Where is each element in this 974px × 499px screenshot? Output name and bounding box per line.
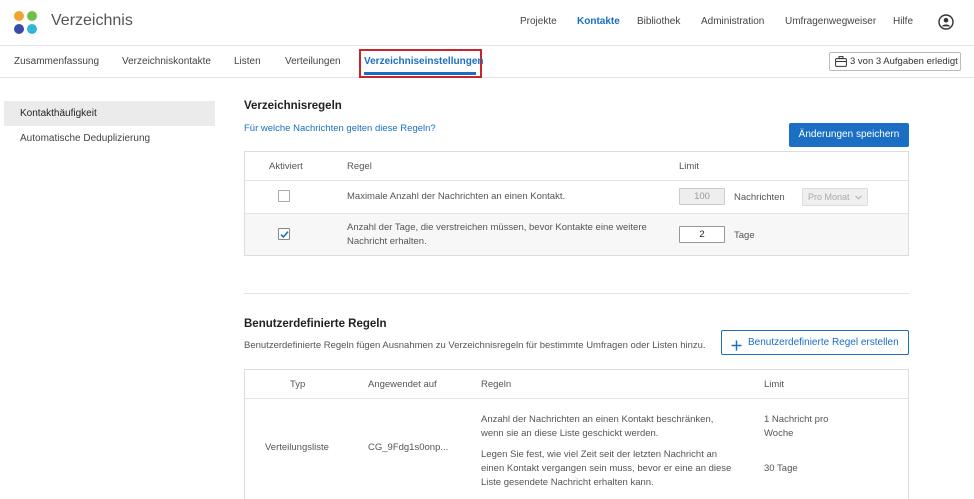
- row-divider: [245, 180, 908, 181]
- rule-1-period-select[interactable]: Pro Monat: [802, 188, 868, 206]
- rule-2-checkbox[interactable]: [278, 228, 290, 240]
- custom-rule-1-line-2: wenn sie an diese Liste geschickt werden…: [481, 428, 659, 439]
- tasks-label: 3 von 3 Aufgaben erledigt: [850, 56, 958, 67]
- section-divider: [244, 293, 909, 294]
- custom-rule-1-line-1: Anzahl der Nachrichten an einen Kontakt …: [481, 414, 714, 425]
- custom-rule-2-line-1: Legen Sie fest, wie viel Zeit seit der l…: [481, 449, 718, 460]
- rule-1-period-value: Pro Monat: [808, 192, 850, 202]
- custom-limit-1-line-1: 1 Nachricht pro: [764, 414, 829, 425]
- rule-1-text: Maximale Anzahl der Nachrichten an einen…: [347, 191, 566, 202]
- active-tab-underline: [364, 72, 476, 75]
- chevron-down-icon: [855, 192, 862, 202]
- logo-dot-cyan: [27, 24, 37, 34]
- tab-verteilungen[interactable]: Verteilungen: [285, 56, 341, 67]
- directory-rules-title: Verzeichnisregeln: [244, 100, 342, 112]
- user-circle-icon[interactable]: [938, 14, 954, 30]
- nav-administration[interactable]: Administration: [701, 16, 764, 27]
- column-header-limit: Limit: [679, 161, 700, 172]
- rules-help-link[interactable]: Für welche Nachrichten gelten diese Rege…: [244, 123, 436, 134]
- sidebar-item-deduplizierung[interactable]: Automatische Deduplizierung: [4, 126, 215, 151]
- create-custom-rule-label: Benutzerdefinierte Regel erstellen: [748, 337, 899, 348]
- nav-bibliothek[interactable]: Bibliothek: [637, 16, 680, 27]
- custom-limit-2: 30 Tage: [764, 463, 798, 474]
- column-header-limit: Limit: [764, 379, 785, 390]
- tab-zusammenfassung[interactable]: Zusammenfassung: [14, 56, 99, 67]
- app-logo-icon[interactable]: [14, 11, 38, 35]
- tasks-button[interactable]: 3 von 3 Aufgaben erledigt: [829, 52, 961, 71]
- custom-rule-2-line-3: Liste gesendete Nachricht erhalten kann.: [481, 477, 654, 488]
- logo-dot-green: [27, 11, 37, 21]
- directory-rules-table: Aktiviert Regel Limit Maximale Anzahl de…: [244, 151, 909, 256]
- nav-umfragenwegweiser[interactable]: Umfragenwegweiser: [785, 16, 876, 27]
- custom-rules-title: Benutzerdefinierte Regeln: [244, 318, 387, 330]
- custom-rule-applied-to[interactable]: CG_9Fdg1s0onp...: [368, 441, 448, 455]
- sub-navigation: Zusammenfassung Verzeichniskontakte List…: [0, 46, 974, 78]
- rule-2-text-line-2: Nachricht erhalten.: [347, 236, 427, 247]
- column-header-aktiviert: Aktiviert: [269, 161, 303, 172]
- nav-projekte[interactable]: Projekte: [520, 16, 557, 27]
- sidebar-item-kontakthaeufigkeit[interactable]: Kontakthäufigkeit: [4, 101, 215, 126]
- rule-1-limit-input[interactable]: 100: [679, 188, 725, 205]
- column-header-regeln: Regeln: [481, 379, 512, 390]
- top-header: Verzeichnis Projekte Kontakte Bibliothek…: [0, 0, 974, 46]
- logo-dot-blue: [14, 24, 24, 34]
- custom-rule-type: Verteilungsliste: [265, 442, 329, 453]
- save-changes-button[interactable]: Änderungen speichern: [789, 123, 909, 147]
- column-header-typ: Typ: [290, 379, 306, 390]
- column-header-regel: Regel: [347, 161, 372, 172]
- rule-2-limit-input[interactable]: 2: [679, 226, 725, 243]
- custom-rule-2-line-2: einen Kontakt vergangen sein muss, bevor…: [481, 463, 732, 474]
- app-title: Verzeichnis: [51, 12, 133, 29]
- custom-rules-description: Benutzerdefinierte Regeln fügen Ausnahme…: [244, 340, 706, 351]
- rule-2-text-line-1: Anzahl der Tage, die verstreichen müssen…: [347, 222, 647, 233]
- custom-rules-table: Typ Angewendet auf Regeln Limit Verteilu…: [244, 369, 909, 499]
- create-custom-rule-button[interactable]: Benutzerdefinierte Regel erstellen: [721, 330, 909, 355]
- row-divider: [245, 398, 908, 399]
- tab-listen[interactable]: Listen: [234, 56, 261, 67]
- custom-limit-1-line-2: Woche: [764, 428, 794, 439]
- tab-verzeichniskontakte[interactable]: Verzeichniskontakte: [122, 56, 211, 67]
- checkmark-icon: [280, 231, 289, 239]
- tab-verzeichniseinstellungen[interactable]: Verzeichniseinstellungen: [364, 56, 483, 67]
- column-header-angewendet-auf: Angewendet auf: [368, 379, 437, 390]
- nav-hilfe[interactable]: Hilfe: [893, 16, 913, 27]
- logo-dot-orange: [14, 11, 24, 21]
- briefcase-icon: [835, 56, 847, 67]
- rule-2-limit-unit: Tage: [734, 230, 755, 241]
- rule-1-limit-unit: Nachrichten: [734, 192, 785, 203]
- rule-1-checkbox[interactable]: [278, 190, 290, 202]
- plus-icon: [731, 337, 742, 351]
- nav-kontakte[interactable]: Kontakte: [577, 16, 620, 27]
